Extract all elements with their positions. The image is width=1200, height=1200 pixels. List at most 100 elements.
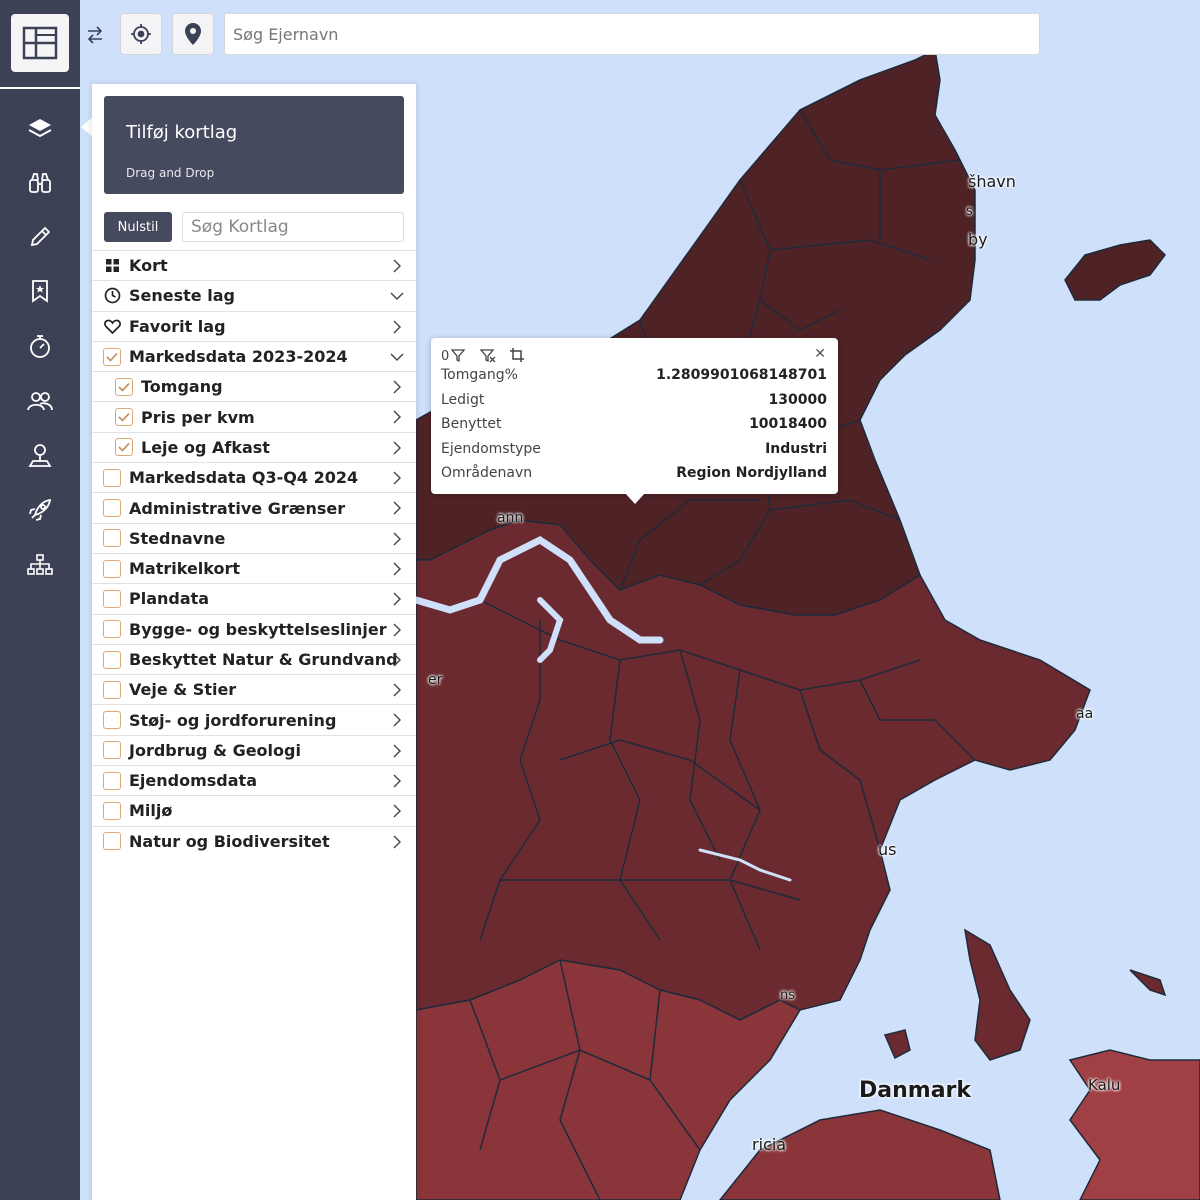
chevron-down-icon[interactable] — [390, 349, 404, 363]
add-layer-dropzone[interactable]: Tilføj kortlag Drag and Drop — [104, 96, 404, 194]
chevron-right-icon[interactable] — [390, 682, 404, 697]
region-djursland[interactable] — [963, 928, 1031, 1061]
layer-checkbox[interactable] — [102, 711, 122, 730]
chevron-right-icon[interactable] — [390, 470, 404, 485]
checkbox-unchecked[interactable] — [103, 468, 121, 487]
layer-row[interactable]: Plandata — [92, 583, 416, 613]
layer-row[interactable]: Favorit lag — [92, 310, 416, 341]
layer-checkbox[interactable] — [102, 620, 122, 639]
layer-row[interactable]: Jordbrug & Geologi — [92, 734, 416, 765]
checkbox-unchecked[interactable] — [103, 620, 121, 639]
layer-checkbox[interactable] — [102, 741, 122, 760]
filter-clear-icon[interactable] — [479, 347, 497, 363]
layer-checkbox[interactable] — [114, 377, 134, 396]
bookmark-icon[interactable] — [24, 275, 56, 307]
checkbox-unchecked[interactable] — [103, 559, 121, 578]
layer-row[interactable]: Leje og Afkast — [92, 431, 416, 462]
layer-row[interactable]: Administrative Grænser — [92, 492, 416, 522]
layer-row[interactable]: Miljø — [92, 795, 416, 825]
chevron-right-icon[interactable] — [390, 531, 404, 546]
layer-checkbox[interactable] — [102, 650, 122, 669]
island-laeso[interactable] — [1064, 239, 1166, 301]
layer-row[interactable]: Ejendomsdata — [92, 765, 416, 795]
layer-checkbox[interactable] — [102, 680, 122, 699]
island-samso[interactable] — [883, 1029, 911, 1060]
checkbox-checked[interactable] — [115, 408, 133, 427]
pencil-icon[interactable] — [24, 221, 56, 253]
chevron-right-icon[interactable] — [390, 379, 404, 394]
layer-checkbox[interactable] — [102, 771, 122, 790]
layer-row[interactable]: Matrikelkort — [92, 552, 416, 583]
layer-checkbox[interactable] — [114, 408, 134, 427]
layer-checkbox[interactable] — [102, 589, 122, 608]
binoculars-icon[interactable] — [24, 167, 56, 199]
layers-icon[interactable] — [24, 112, 56, 144]
chevron-right-icon[interactable] — [390, 258, 404, 273]
chevron-right-icon[interactable] — [390, 500, 404, 515]
chevron-right-icon[interactable] — [390, 652, 404, 667]
checkbox-unchecked[interactable] — [103, 711, 121, 730]
sitemap-icon[interactable] — [24, 549, 56, 581]
layer-checkbox[interactable] — [102, 347, 122, 366]
chevron-right-icon[interactable] — [390, 319, 404, 334]
layer-row[interactable]: Støj- og jordforurening — [92, 704, 416, 734]
map-pin-button[interactable] — [172, 13, 214, 55]
layer-row[interactable]: Tomgang — [92, 371, 416, 401]
filter-zero-icon[interactable]: 0 — [441, 347, 467, 363]
layer-row[interactable]: Pris per kvm — [92, 401, 416, 431]
region-sjaelland[interactable] — [1068, 1049, 1200, 1200]
checkbox-unchecked[interactable] — [103, 529, 121, 548]
users-icon[interactable] — [24, 385, 56, 417]
layer-checkbox[interactable] — [102, 529, 122, 548]
toggle-panel-icon[interactable] — [82, 20, 108, 50]
checkbox-unchecked[interactable] — [103, 589, 121, 608]
stopwatch-icon[interactable] — [24, 330, 56, 362]
close-icon[interactable]: ✕ — [814, 346, 826, 362]
layer-row[interactable]: Bygge- og beskyttelseslinjer — [92, 613, 416, 644]
checkbox-unchecked[interactable] — [103, 680, 121, 699]
crop-icon[interactable] — [509, 347, 525, 363]
region-fyn[interactable] — [719, 1109, 1001, 1200]
chevron-right-icon[interactable] — [390, 440, 404, 455]
chevron-right-icon[interactable] — [390, 773, 404, 788]
checkbox-unchecked[interactable] — [103, 771, 121, 790]
app-logo[interactable] — [11, 14, 69, 72]
checkbox-unchecked[interactable] — [103, 650, 121, 669]
chevron-right-icon[interactable] — [390, 803, 404, 818]
layer-row[interactable]: Markedsdata Q3-Q4 2024 — [92, 462, 416, 492]
layer-checkbox[interactable] — [102, 559, 122, 578]
layer-row[interactable]: Beskyttet Natur & Grundvand — [92, 643, 416, 674]
locate-me-button[interactable] — [120, 13, 162, 55]
layer-checkbox[interactable] — [102, 499, 122, 518]
checkbox-unchecked[interactable] — [103, 832, 121, 851]
chevron-down-icon[interactable] — [390, 288, 404, 302]
chevron-right-icon[interactable] — [390, 591, 404, 606]
chevron-right-icon[interactable] — [390, 622, 404, 637]
owner-search-input[interactable] — [224, 13, 1040, 55]
checkbox-checked[interactable] — [103, 347, 121, 366]
layer-checkbox[interactable] — [114, 438, 134, 457]
chevron-right-icon[interactable] — [390, 712, 404, 727]
layer-search-input[interactable] — [182, 212, 404, 242]
rocket-icon[interactable] — [24, 494, 56, 526]
layer-row[interactable]: Kort — [92, 250, 416, 280]
layer-row[interactable]: Stednavne — [92, 522, 416, 553]
layer-row[interactable]: Markedsdata 2023-2024 — [92, 340, 416, 371]
checkbox-unchecked[interactable] — [103, 499, 121, 518]
layer-checkbox[interactable] — [102, 832, 122, 851]
checkbox-checked[interactable] — [115, 377, 133, 396]
chevron-right-icon[interactable] — [390, 561, 404, 576]
user-location-icon[interactable] — [24, 440, 56, 472]
island-anholt[interactable] — [1129, 969, 1167, 997]
checkbox-unchecked[interactable] — [103, 801, 121, 820]
checkbox-unchecked[interactable] — [103, 741, 121, 760]
checkbox-checked[interactable] — [115, 438, 133, 457]
layer-checkbox[interactable] — [102, 468, 122, 487]
reset-button[interactable]: Nulstil — [104, 212, 172, 242]
layer-row[interactable]: Veje & Stier — [92, 674, 416, 704]
layer-row[interactable]: Seneste lag — [92, 280, 416, 310]
chevron-right-icon[interactable] — [390, 743, 404, 758]
layer-checkbox[interactable] — [102, 801, 122, 820]
chevron-right-icon[interactable] — [390, 409, 404, 424]
chevron-right-icon[interactable] — [390, 834, 404, 849]
